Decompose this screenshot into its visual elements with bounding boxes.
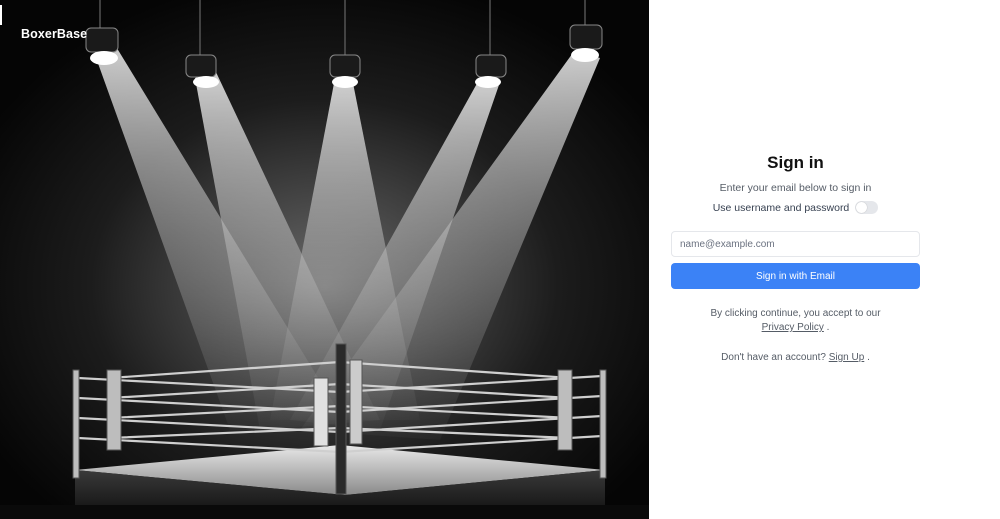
username-password-toggle[interactable] [855, 201, 879, 214]
window-edge-marker [0, 5, 2, 25]
signup-text: Don't have an account? [721, 352, 826, 363]
signin-form: Sign in Enter your email below to sign i… [671, 152, 920, 363]
toggle-knob [856, 202, 868, 213]
page-title: Sign in [767, 153, 824, 172]
toggle-label: Use username and password [712, 201, 850, 214]
signin-panel: Sign in Enter your email below to sign i… [649, 0, 1000, 519]
terms-text: By clicking continue, you accept to our [710, 308, 881, 319]
signin-subtitle: Enter your email below to sign in [719, 182, 872, 194]
signup-prompt: Don't have an account? Sign Up . [671, 352, 920, 363]
page: BoxerBase Sign in Enter your email below… [0, 0, 1000, 519]
username-password-toggle-row: Use username and password [671, 201, 920, 214]
terms-suffix: . [826, 322, 830, 333]
terms-notice: By clicking continue, you accept to our … [671, 307, 920, 335]
sign-up-link[interactable]: Sign Up [829, 352, 865, 363]
email-field[interactable] [671, 231, 920, 257]
sign-in-with-email-button[interactable]: Sign in with Email [671, 263, 920, 289]
brand-logo-text[interactable]: BoxerBase [21, 27, 87, 41]
boxing-ring-spotlights-image [0, 0, 649, 519]
privacy-policy-link[interactable]: Privacy Policy [762, 322, 824, 333]
hero-image-panel: BoxerBase [0, 0, 649, 519]
signup-suffix: . [867, 352, 870, 363]
